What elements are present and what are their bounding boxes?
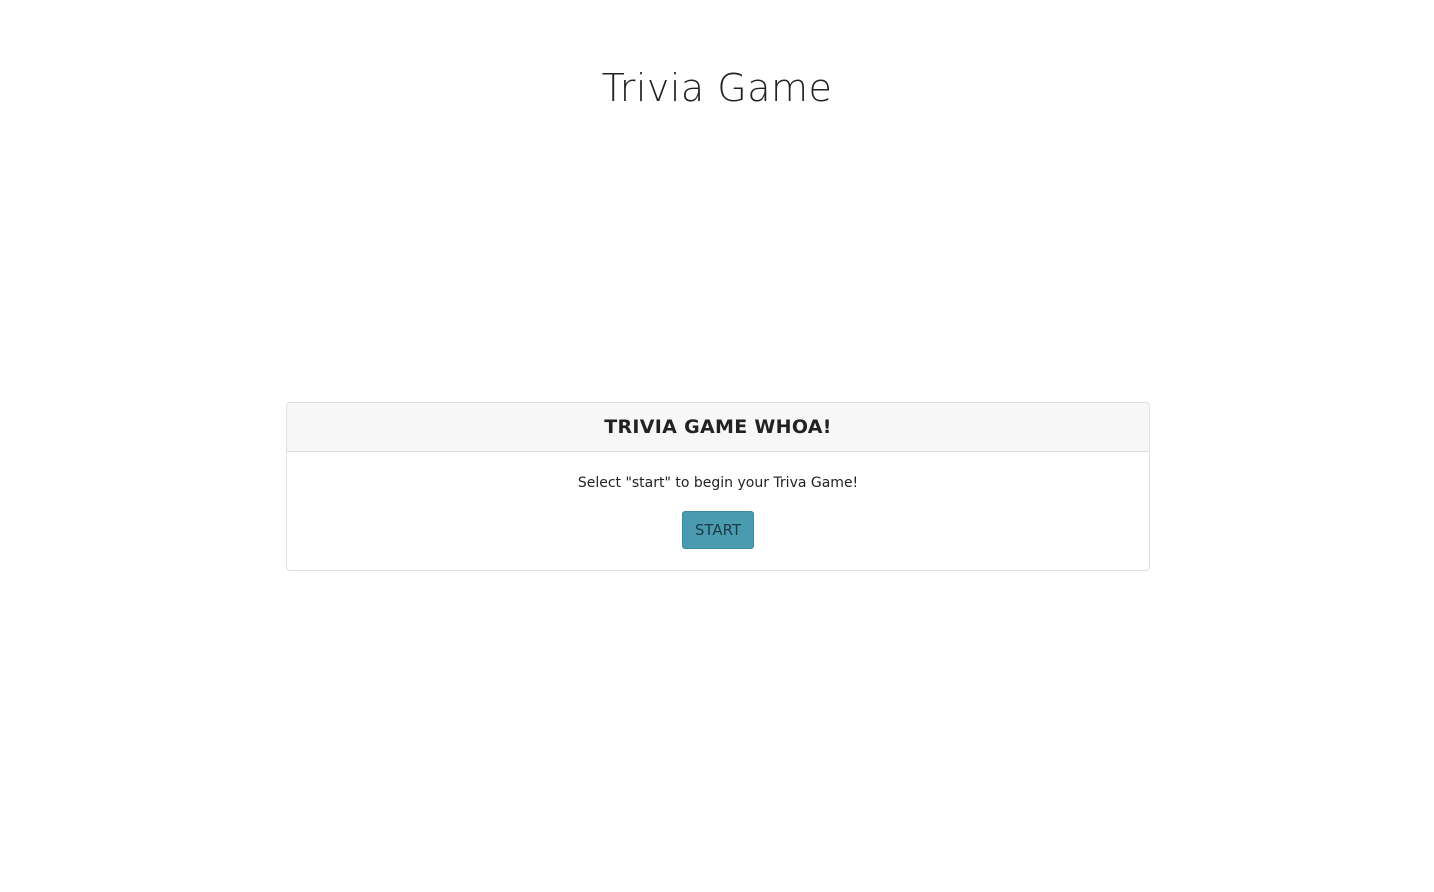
card-header: TRIVIA GAME WHOA! bbox=[287, 403, 1149, 452]
game-card: TRIVIA GAME WHOA! Select "start" to begi… bbox=[286, 402, 1150, 571]
instruction-text: Select "start" to begin your Triva Game! bbox=[577, 475, 859, 491]
card-body: Select "start" to begin your Triva Game!… bbox=[287, 452, 1149, 549]
card-title: TRIVIA GAME WHOA! bbox=[604, 416, 832, 438]
start-button[interactable]: START bbox=[682, 511, 754, 549]
page-title: Trivia Game bbox=[601, 66, 833, 110]
